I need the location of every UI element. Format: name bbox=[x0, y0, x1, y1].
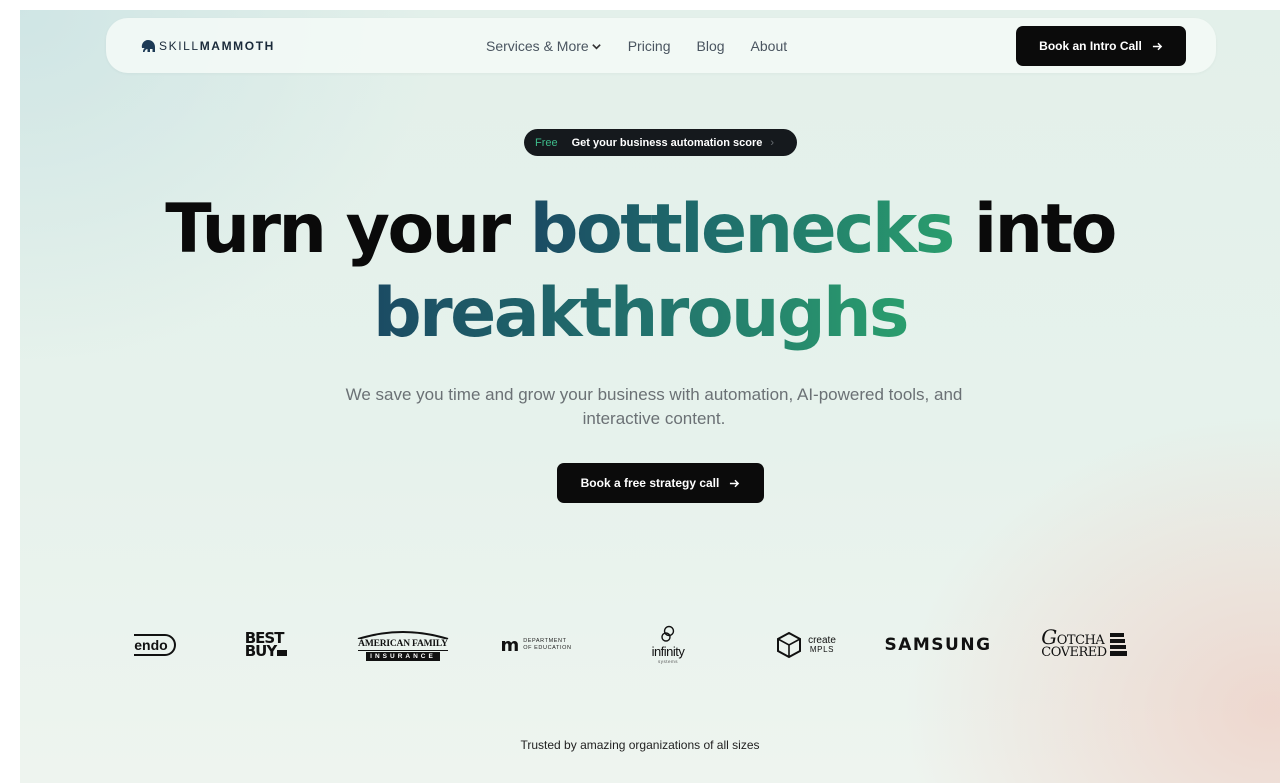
book-intro-call-label: Book an Intro Call bbox=[1039, 39, 1142, 53]
mn-text: DEPARTMENT OF EDUCATION bbox=[523, 638, 571, 652]
create-line-2: MPLS bbox=[809, 645, 835, 654]
nav-link-services-label: Services & More bbox=[486, 38, 589, 54]
brand-name: SKILLMAMMOTH bbox=[159, 39, 275, 53]
american-family-insurance-logo: AMERICAN FAMILY INSURANCE bbox=[354, 615, 452, 675]
nintendo-logo: endo bbox=[130, 615, 180, 675]
chevron-right-icon: › bbox=[770, 136, 775, 149]
arrow-right-icon bbox=[730, 479, 740, 487]
mn-line-1: DEPARTMENT bbox=[523, 638, 567, 644]
roof-arc-icon bbox=[357, 631, 449, 639]
create-text: create MPLS bbox=[808, 635, 836, 655]
create-mpls-logo: create MPLS bbox=[764, 615, 846, 675]
infinity-loop-icon bbox=[661, 625, 675, 642]
infinity-systems-logo: infinity systems bbox=[640, 615, 696, 675]
hero-headline: Turn your bottlenecks into breakthroughs bbox=[20, 188, 1280, 356]
nav-links: Services & More Pricing Blog About bbox=[486, 36, 787, 56]
mn-line-2: OF EDUCATION bbox=[523, 645, 572, 651]
page-background: SKILLMAMMOTH Services & More Pricing Blo… bbox=[20, 10, 1280, 783]
mammoth-icon bbox=[141, 40, 155, 52]
arrow-right-icon bbox=[1152, 42, 1163, 50]
samsung-text: SAMSUNG bbox=[884, 635, 992, 655]
book-strategy-call-label: Book a free strategy call bbox=[580, 476, 720, 490]
mn-department-of-education-logo: m DEPARTMENT OF EDUCATION bbox=[488, 615, 584, 675]
samsung-logo: SAMSUNG bbox=[884, 615, 992, 675]
book-strategy-call-button[interactable]: Book a free strategy call bbox=[557, 463, 764, 503]
headline-part-1: Turn your bbox=[165, 190, 530, 269]
create-line-1: create bbox=[808, 635, 836, 646]
top-nav: SKILLMAMMOTH Services & More Pricing Blo… bbox=[106, 18, 1216, 73]
mn-mark: m bbox=[500, 634, 519, 656]
client-logos: endo BEST BUY AMERICAN FAMILY INSURANCE … bbox=[20, 615, 1280, 675]
gotcha-covered-logo: GOTCHA COVERED bbox=[1030, 615, 1140, 675]
chevron-down-icon bbox=[591, 43, 601, 50]
gotcha-line-2: COVERED bbox=[1041, 645, 1107, 660]
brand-logo[interactable]: SKILLMAMMOTH bbox=[140, 36, 275, 56]
best-buy-tag-icon bbox=[277, 650, 288, 656]
nintendo-logo-text: endo bbox=[134, 634, 176, 656]
automation-score-text: Get your business automation score bbox=[571, 136, 763, 149]
nav-link-services[interactable]: Services & More bbox=[486, 38, 602, 54]
free-tag: Free bbox=[535, 136, 558, 149]
nav-link-blog[interactable]: Blog bbox=[697, 38, 725, 54]
best-buy-logo: BEST BUY bbox=[238, 615, 294, 675]
amfam-line-2: INSURANCE bbox=[366, 652, 440, 661]
trusted-by-caption: Trusted by amazing organizations of all … bbox=[520, 738, 760, 752]
nav-link-pricing[interactable]: Pricing bbox=[628, 38, 671, 54]
amfam-line-1: AMERICAN FAMILY bbox=[358, 639, 448, 651]
stacked-books-icon bbox=[1109, 633, 1127, 656]
nav-link-about[interactable]: About bbox=[751, 38, 788, 54]
headline-part-2: into bbox=[952, 190, 1117, 269]
automation-score-badge[interactable]: Free Get your business automation score … bbox=[524, 129, 797, 156]
headline-highlight-1: bottlenecks bbox=[529, 190, 955, 269]
infinity-sub: systems bbox=[657, 659, 678, 664]
best-buy-logo-text: BEST BUY bbox=[244, 631, 288, 660]
headline-highlight-2: breakthroughs bbox=[372, 274, 910, 353]
gotcha-text: GOTCHA COVERED bbox=[1041, 627, 1107, 660]
cube-icon bbox=[777, 631, 802, 659]
best-buy-line-2: BUY bbox=[244, 642, 278, 660]
book-intro-call-button[interactable]: Book an Intro Call bbox=[1016, 26, 1186, 66]
infinity-text: infinity bbox=[651, 644, 685, 659]
hero-subtitle: We save you time and grow your business … bbox=[345, 385, 963, 428]
